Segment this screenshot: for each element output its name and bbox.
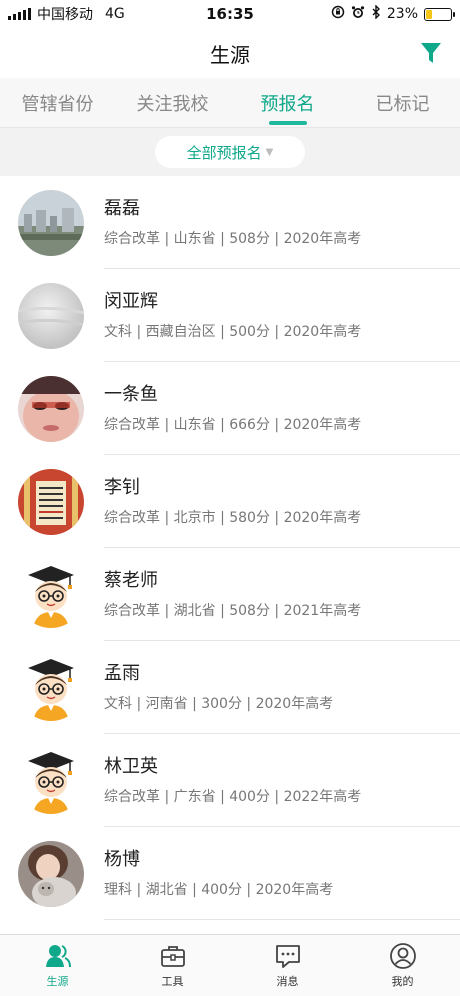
graduate-avatar-icon xyxy=(18,654,84,721)
graduate-avatar-icon xyxy=(18,561,84,628)
alarm-icon xyxy=(351,5,365,23)
battery-icon xyxy=(424,7,455,21)
student-name: 一条鱼 xyxy=(104,384,158,405)
tab-pre-registration[interactable]: 预报名 xyxy=(230,78,345,127)
filter-icon xyxy=(421,43,441,63)
avatar xyxy=(18,189,84,256)
tab-jurisdiction-provinces[interactable]: 管辖省份 xyxy=(0,78,115,127)
tab-followed-school[interactable]: 关注我校 xyxy=(115,78,230,127)
bottom-tab-bar: 生源 工具 消息 我的 xyxy=(0,934,460,996)
tabbar-label: 我的 xyxy=(391,975,414,988)
rotation-lock-icon xyxy=(331,5,345,23)
student-meta: 文科 | 河南省 | 300分 | 2020年高考 xyxy=(104,696,334,712)
list-item[interactable]: 林卫英 综合改革 | 广东省 | 400分 | 2022年高考 xyxy=(0,734,460,827)
student-name: 林卫英 xyxy=(104,756,158,777)
tabbar-item-profile[interactable]: 我的 xyxy=(345,935,460,996)
filter-dropdown-label: 全部预报名 xyxy=(186,143,262,162)
list-item[interactable]: 孟雨 文科 | 河南省 | 300分 | 2020年高考 xyxy=(0,641,460,734)
list-item[interactable]: 磊磊 综合改革 | 山东省 | 508分 | 2020年高考 xyxy=(0,176,460,269)
tabbar-item-students[interactable]: 生源 xyxy=(0,935,115,996)
student-name: 磊磊 xyxy=(104,198,140,219)
avatar xyxy=(18,840,84,907)
list-item[interactable]: 一条鱼 综合改革 | 山东省 | 666分 | 2020年高考 xyxy=(0,362,460,455)
toolbox-icon xyxy=(160,946,185,967)
filter-button[interactable] xyxy=(418,40,444,66)
student-meta: 综合改革 | 广东省 | 400分 | 2022年高考 xyxy=(104,789,362,805)
student-meta: 综合改革 | 湖北省 | 508分 | 2021年高考 xyxy=(104,603,362,619)
list-item[interactable]: 李钊 综合改革 | 北京市 | 580分 | 2020年高考 xyxy=(0,455,460,548)
list-item[interactable]: 杨博 理科 | 湖北省 | 400分 | 2020年高考 xyxy=(0,827,460,920)
caret-down-icon: ▼ xyxy=(265,146,274,158)
student-meta: 文科 | 西藏自治区 | 500分 | 2020年高考 xyxy=(104,324,362,340)
student-name: 杨博 xyxy=(104,849,140,870)
student-meta: 综合改革 | 山东省 | 508分 | 2020年高考 xyxy=(104,231,362,247)
profile-icon xyxy=(389,943,416,969)
graduate-avatar-icon xyxy=(18,747,84,814)
student-name: 孟雨 xyxy=(104,663,140,684)
tabbar-label: 工具 xyxy=(161,975,184,988)
student-meta: 综合改革 | 山东省 | 666分 | 2020年高考 xyxy=(104,417,362,433)
status-bar: 中国移动 4G 16:35 23% xyxy=(0,0,460,28)
tabbar-item-tools[interactable]: 工具 xyxy=(115,935,230,996)
tab-marked[interactable]: 已标记 xyxy=(345,78,460,127)
segment-tabs: 管辖省份 关注我校 预报名 已标记 xyxy=(0,78,460,128)
people-icon xyxy=(45,945,71,968)
avatar xyxy=(18,282,84,349)
student-meta: 理科 | 湖北省 | 400分 | 2020年高考 xyxy=(104,882,334,898)
page-title: 生源 xyxy=(210,42,250,67)
student-name: 蔡老师 xyxy=(104,570,158,591)
list-item[interactable]: 闵亚辉 文科 | 西藏自治区 | 500分 | 2020年高考 xyxy=(0,269,460,362)
filter-strip: 全部预报名 ▼ xyxy=(0,128,460,176)
list-item[interactable]: 蔡老师 综合改革 | 湖北省 | 508分 | 2021年高考 xyxy=(0,548,460,641)
student-name: 闵亚辉 xyxy=(104,291,158,312)
battery-percent: 23% xyxy=(386,6,418,22)
message-icon xyxy=(275,945,300,968)
pre-registration-filter-dropdown[interactable]: 全部预报名 ▼ xyxy=(154,136,306,168)
bluetooth-icon xyxy=(371,4,381,23)
avatar xyxy=(18,468,84,535)
nav-bar: 生源 xyxy=(0,28,460,78)
student-list: 磊磊 综合改革 | 山东省 | 508分 | 2020年高考 闵亚辉 文科 | … xyxy=(0,176,460,920)
tabbar-item-messages[interactable]: 消息 xyxy=(230,935,345,996)
student-meta: 综合改革 | 北京市 | 580分 | 2020年高考 xyxy=(104,510,362,526)
divider xyxy=(104,919,460,920)
student-name: 李钊 xyxy=(104,477,140,498)
avatar xyxy=(18,375,84,442)
status-right: 23% xyxy=(331,4,455,23)
tabbar-label: 生源 xyxy=(46,975,69,988)
tabbar-label: 消息 xyxy=(276,975,299,988)
